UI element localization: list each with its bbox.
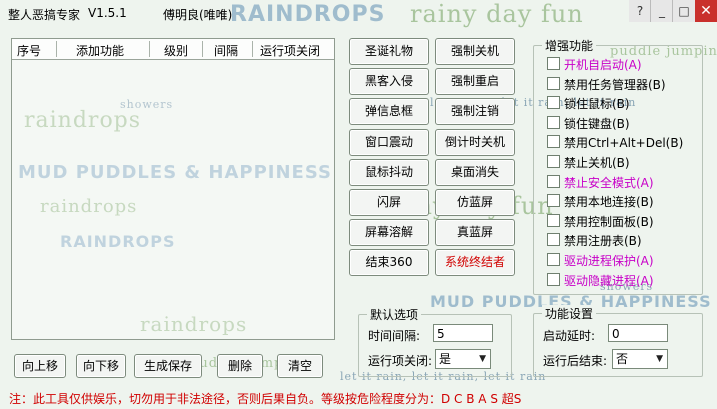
chevron-down-icon: ▼ xyxy=(656,354,663,364)
end-360-button[interactable]: 结束360 xyxy=(349,249,429,276)
flash-screen-button[interactable]: 闪屏 xyxy=(349,189,429,216)
checkbox[interactable] xyxy=(547,135,560,148)
enhance-option-label: 禁用任务管理器(B) xyxy=(564,78,666,92)
settings-group-title: 功能设置 xyxy=(542,305,597,322)
checkbox[interactable] xyxy=(547,233,560,246)
checkbox[interactable] xyxy=(547,57,560,70)
force-logoff-button[interactable]: 强制注销 xyxy=(435,98,515,125)
defaults-group-title: 默认选项 xyxy=(367,306,422,323)
checkbox[interactable] xyxy=(547,253,560,266)
enhance-option-label: 驱动隐藏进程(A) xyxy=(564,274,654,288)
end-after-run-label: 运行后结束: xyxy=(543,354,608,368)
enhance-option-label: 禁用注册表(B) xyxy=(564,234,642,248)
enhance-option-label: 驱动进程保护(A) xyxy=(564,254,654,268)
checkbox[interactable] xyxy=(547,214,560,227)
interval-label: 时间间隔: xyxy=(368,329,421,343)
generate-save-button[interactable]: 生成保存 xyxy=(134,354,202,378)
column-header-close[interactable]: 运行项关闭 xyxy=(260,42,320,59)
app-version: V1.5.1 xyxy=(88,6,127,20)
enhance-option-label: 禁用本地连接(B) xyxy=(564,195,654,209)
column-header-interval[interactable]: 间隔 xyxy=(214,42,238,59)
hacker-intrusion-button[interactable]: 黑客入侵 xyxy=(349,68,429,95)
interval-input[interactable]: 5 xyxy=(433,324,493,342)
close-option-label: 运行项关闭: xyxy=(368,354,433,368)
clear-button[interactable]: 清空 xyxy=(277,354,323,378)
main-window: RAINDROPS rainy day fun puddle jumpin' r… xyxy=(0,0,717,409)
enhance-option-label: 禁用控制面板(B) xyxy=(564,215,654,229)
column-header-level[interactable]: 级别 xyxy=(164,42,188,59)
checkbox[interactable] xyxy=(547,273,560,286)
app-author: 傅明良(唯唯) xyxy=(163,8,233,22)
wallpaper-text: RAINDROPS xyxy=(230,2,386,27)
checkbox[interactable] xyxy=(547,96,560,109)
enhance-group-title: 增强功能 xyxy=(542,37,597,54)
desktop-disappear-button[interactable]: 桌面消失 xyxy=(435,159,515,186)
enhance-option-label: 禁止安全模式(A) xyxy=(564,176,654,190)
maximize-button[interactable]: □ xyxy=(672,0,695,22)
force-restart-button[interactable]: 强制重启 xyxy=(435,68,515,95)
checkbox[interactable] xyxy=(547,175,560,188)
help-button[interactable]: ? xyxy=(629,0,651,22)
checkbox[interactable] xyxy=(547,155,560,168)
christmas-gift-button[interactable]: 圣诞礼物 xyxy=(349,38,429,65)
force-shutdown-button[interactable]: 强制关机 xyxy=(435,38,515,65)
wallpaper-text: rainy day fun xyxy=(410,0,584,28)
enhance-option-label: 禁止关机(B) xyxy=(564,156,630,170)
column-header-index[interactable]: 序号 xyxy=(17,42,41,59)
system-terminator-button[interactable]: 系统终结者 xyxy=(435,249,515,276)
enhance-option-label: 锁住鼠标(B) xyxy=(564,97,630,111)
function-list[interactable]: 序号 添加功能 级别 间隔 运行项关闭 xyxy=(11,38,335,340)
checkbox[interactable] xyxy=(547,77,560,90)
window-shake-button[interactable]: 窗口震动 xyxy=(349,129,429,156)
chevron-down-icon: ▼ xyxy=(479,354,486,364)
close-button[interactable]: ✕ xyxy=(695,0,717,22)
countdown-shutdown-button[interactable]: 倒计时关机 xyxy=(435,129,515,156)
delete-button[interactable]: 删除 xyxy=(217,354,263,378)
end-after-run-value: 否 xyxy=(616,352,629,366)
mouse-shake-button[interactable]: 鼠标抖动 xyxy=(349,159,429,186)
enhance-option-label: 开机自启动(A) xyxy=(564,58,642,72)
enhance-option-label: 锁住键盘(B) xyxy=(564,117,630,131)
enhance-option-label: 禁用Ctrl+Alt+Del(B) xyxy=(564,136,684,150)
fake-bluescreen-button[interactable]: 仿蓝屏 xyxy=(435,189,515,216)
real-bluescreen-button[interactable]: 真蓝屏 xyxy=(435,219,515,246)
footer-warning: 注：此工具仅供娱乐，切勿用于非法途径，否则后果自负。等级按危险程度分为：D C … xyxy=(9,392,522,406)
startup-delay-input[interactable]: 0 xyxy=(608,324,668,342)
move-up-button[interactable]: 向上移 xyxy=(14,354,66,378)
popup-message-button[interactable]: 弹信息框 xyxy=(349,98,429,125)
close-option-value: 是 xyxy=(439,352,452,366)
move-down-button[interactable]: 向下移 xyxy=(76,354,126,378)
screen-melt-button[interactable]: 屏幕溶解 xyxy=(349,219,429,246)
end-after-run-select[interactable]: 否 ▼ xyxy=(612,349,668,369)
column-header-function[interactable]: 添加功能 xyxy=(76,42,124,59)
checkbox[interactable] xyxy=(547,116,560,129)
close-option-select[interactable]: 是 ▼ xyxy=(435,349,491,369)
startup-delay-label: 启动延时: xyxy=(543,329,596,343)
checkbox[interactable] xyxy=(547,194,560,207)
list-header: 序号 添加功能 级别 间隔 运行项关闭 xyxy=(12,39,334,60)
app-title: 整人恶搞专家 xyxy=(8,8,81,22)
minimize-button[interactable]: _ xyxy=(650,0,673,22)
